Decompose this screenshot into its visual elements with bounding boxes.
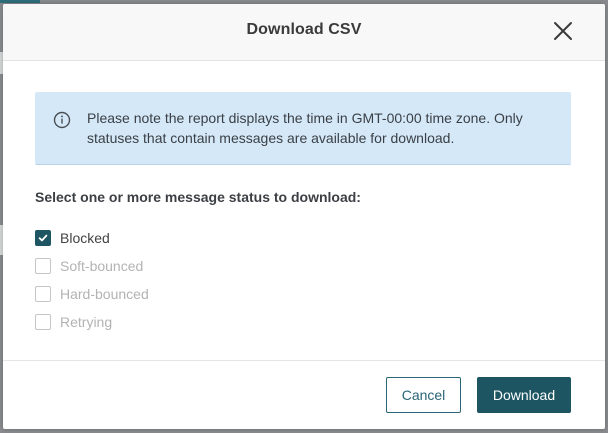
info-icon [53, 111, 71, 129]
dialog-title: Download CSV [246, 21, 362, 38]
status-section-label: Select one or more message status to dow… [35, 189, 361, 205]
checkbox-box[interactable] [35, 286, 51, 302]
close-icon [554, 22, 572, 40]
cancel-button[interactable]: Cancel [386, 377, 461, 413]
status-checkbox-list: Blocked Soft-bounced Hard-bounced Retryi… [35, 224, 149, 336]
timezone-notice: Please note the report displays the time… [35, 92, 571, 165]
checkbox-retrying[interactable]: Retrying [35, 308, 149, 336]
checkmark-icon [38, 234, 48, 242]
checkbox-soft-bounced[interactable]: Soft-bounced [35, 252, 149, 280]
footer-divider [3, 360, 605, 361]
download-csv-dialog: Download CSV Please note the report disp… [3, 4, 605, 429]
close-button[interactable] [551, 19, 575, 43]
checkbox-hard-bounced[interactable]: Hard-bounced [35, 280, 149, 308]
notice-text: Please note the report displays the time… [87, 110, 523, 146]
checkbox-box[interactable] [35, 230, 51, 246]
background-accent-strip [0, 0, 40, 3]
checkbox-label: Retrying [60, 314, 113, 330]
checkbox-blocked[interactable]: Blocked [35, 224, 149, 252]
checkbox-box[interactable] [35, 258, 51, 274]
checkbox-label: Soft-bounced [60, 258, 144, 274]
checkbox-label: Blocked [60, 230, 110, 246]
download-button[interactable]: Download [477, 377, 571, 413]
checkbox-box[interactable] [35, 314, 51, 330]
dialog-header: Download CSV [3, 4, 605, 61]
checkbox-label: Hard-bounced [60, 286, 149, 302]
